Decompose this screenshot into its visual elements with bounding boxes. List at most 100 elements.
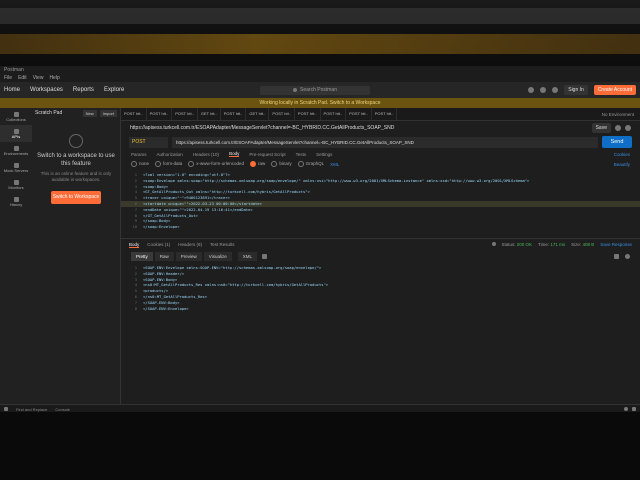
tab-authorization[interactable]: Authorization [157,152,183,157]
response-tab-test-results[interactable]: Test Results [210,242,235,247]
method-select[interactable]: POST [129,136,168,148]
request-tab[interactable]: POST htt.. [221,108,247,120]
tab-params[interactable]: Params [131,152,147,157]
view-visualize[interactable]: Visualize [203,251,232,261]
body-type-none[interactable]: none [131,161,149,167]
console-button[interactable]: Console [55,407,70,412]
beautify-link[interactable]: Beautify [614,162,630,167]
body-type-graphql[interactable]: GraphQL [297,161,324,167]
response-body[interactable]: 1 <SOAP-ENV:Envelope xmlns:SOAP-ENV="http… [121,262,640,321]
sidebar-item-mock-servers[interactable]: Mock Servers [0,159,32,176]
request-tab[interactable]: POST htt.. [172,108,198,120]
switch-to-workspace-button[interactable]: Switch to Workspace [51,191,101,204]
request-body-editor[interactable]: 1 <?xml version="1.0" encoding="utf-8"?> … [121,169,640,238]
sidebar-item-history[interactable]: History [0,193,32,210]
body-type-binary[interactable]: binary [271,161,292,167]
body-type-urlencoded[interactable]: x-www-form-urlencoded [188,161,244,167]
header-right: Sign In Create Account [528,85,636,95]
menu-edit[interactable]: Edit [18,74,27,82]
time-value: 171 ms [550,242,566,247]
radio-icon [297,161,304,167]
sidebar-toggle-icon[interactable] [4,407,8,411]
menu-view[interactable]: View [33,74,44,82]
size-label: Size: 408 B [571,242,595,247]
cookies-link[interactable]: Cookies [614,152,630,157]
create-account-button[interactable]: Create Account [593,85,636,95]
sidebar-item-label: Collections [6,116,26,122]
request-tab[interactable]: POST htt.. [121,108,147,120]
panel-actions: New Import [82,109,117,117]
blurred-background-top [0,0,640,66]
format-select[interactable]: XML [237,251,257,261]
sidebar-item-environments[interactable]: Environments [0,142,32,159]
find-replace-button[interactable]: Find and Replace [16,407,47,412]
menu-file[interactable]: File [4,74,12,82]
scratch-pad-warning[interactable]: Working locally in Scratch Pad. Switch t… [0,98,640,108]
request-tab[interactable]: POST htt.. [346,108,372,120]
status-value: 200 OK [516,242,533,247]
sidebar: Collections APIs Environments Mock Serve… [0,108,33,412]
request-tab[interactable]: POST htt.. [147,108,173,120]
nav-workspaces[interactable]: Workspaces [30,87,63,93]
tab-tests[interactable]: Tests [296,152,307,157]
tab-headers[interactable]: Headers (10) [193,152,219,157]
environment-select[interactable]: No Environment [596,112,640,117]
view-preview[interactable]: Preview [175,251,202,261]
gear-icon[interactable] [540,87,547,93]
new-button[interactable]: New [82,109,97,117]
url-input[interactable]: https://apisess.turkcell.com.tr/ESOAPAda… [172,136,598,148]
response-tab-headers[interactable]: Headers (9) [178,242,202,247]
request-tab[interactable]: GET htt.. [246,108,270,120]
panel-title: Scratch Pad [35,110,63,116]
sidebar-item-apis[interactable]: APIs [0,125,32,142]
workspace-description: This is an online feature and is only av… [40,171,112,182]
save-response-button[interactable]: Save Response [600,242,632,247]
status-bar: Find and Replace Console [0,404,640,412]
radio-icon [131,161,137,167]
body-format-select[interactable]: XML [330,162,339,167]
search-icon[interactable] [625,253,630,259]
dark-background-bottom [0,412,640,480]
request-tab[interactable]: GET htt.. [198,108,221,120]
nav-reports[interactable]: Reports [73,87,94,93]
send-button[interactable]: Send [602,136,632,148]
sidebar-item-monitors[interactable]: Monitors [0,176,32,193]
layout-icon[interactable] [632,407,636,411]
status-label: Status: 200 OK [501,242,533,247]
satellite-icon[interactable] [528,87,535,93]
search-input[interactable]: Search Postman [260,85,370,95]
edit-icon[interactable] [615,125,621,131]
code-line: 8 </SOAP-ENV:Envelope> [134,305,189,311]
bell-icon[interactable] [552,87,559,93]
body-type-form-data[interactable]: form-data [155,161,182,167]
scratch-pad-panel: Scratch Pad New Import Switch to a works… [32,108,121,412]
sign-in-button[interactable]: Sign In [564,85,588,95]
sidebar-item-collections[interactable]: Collections [0,108,32,125]
tab-body[interactable]: Body [229,151,240,157]
nav-home[interactable]: Home [4,87,20,93]
tab-pre-request-script[interactable]: Pre-request Script [249,152,285,157]
save-button[interactable]: Save [591,123,611,133]
body-type-raw[interactable]: raw [250,161,265,167]
request-line: POST https://apisess.turkcell.com.tr/ESO… [121,135,640,149]
sidebar-item-label: History [9,201,23,207]
copy-icon[interactable] [614,253,619,259]
response-tab-body[interactable]: Body [129,242,140,248]
request-tab[interactable]: POST htt.. [295,108,321,120]
nav-explore[interactable]: Explore [104,87,124,93]
postman-window: Postman File Edit View Help Home Workspa… [0,66,640,412]
time-label: Time: 171 ms [538,242,566,247]
menu-help[interactable]: Help [49,74,59,82]
view-pretty[interactable]: Pretty [131,251,153,261]
comment-icon[interactable] [625,125,631,131]
request-tab[interactable]: POST htt.. [321,108,347,120]
response-tab-cookies[interactable]: Cookies (1) [147,242,170,247]
bootcamp-icon[interactable] [624,407,628,411]
tab-settings[interactable]: Settings [316,152,332,157]
request-tab[interactable]: POST htt.. [269,108,295,120]
import-button[interactable]: Import [99,109,117,117]
request-subtabs: Params Authorization Headers (10) Body P… [121,149,640,159]
wrap-icon[interactable] [262,253,267,259]
request-tab[interactable]: POST htt.. [372,108,398,120]
view-raw[interactable]: Raw [154,251,174,261]
